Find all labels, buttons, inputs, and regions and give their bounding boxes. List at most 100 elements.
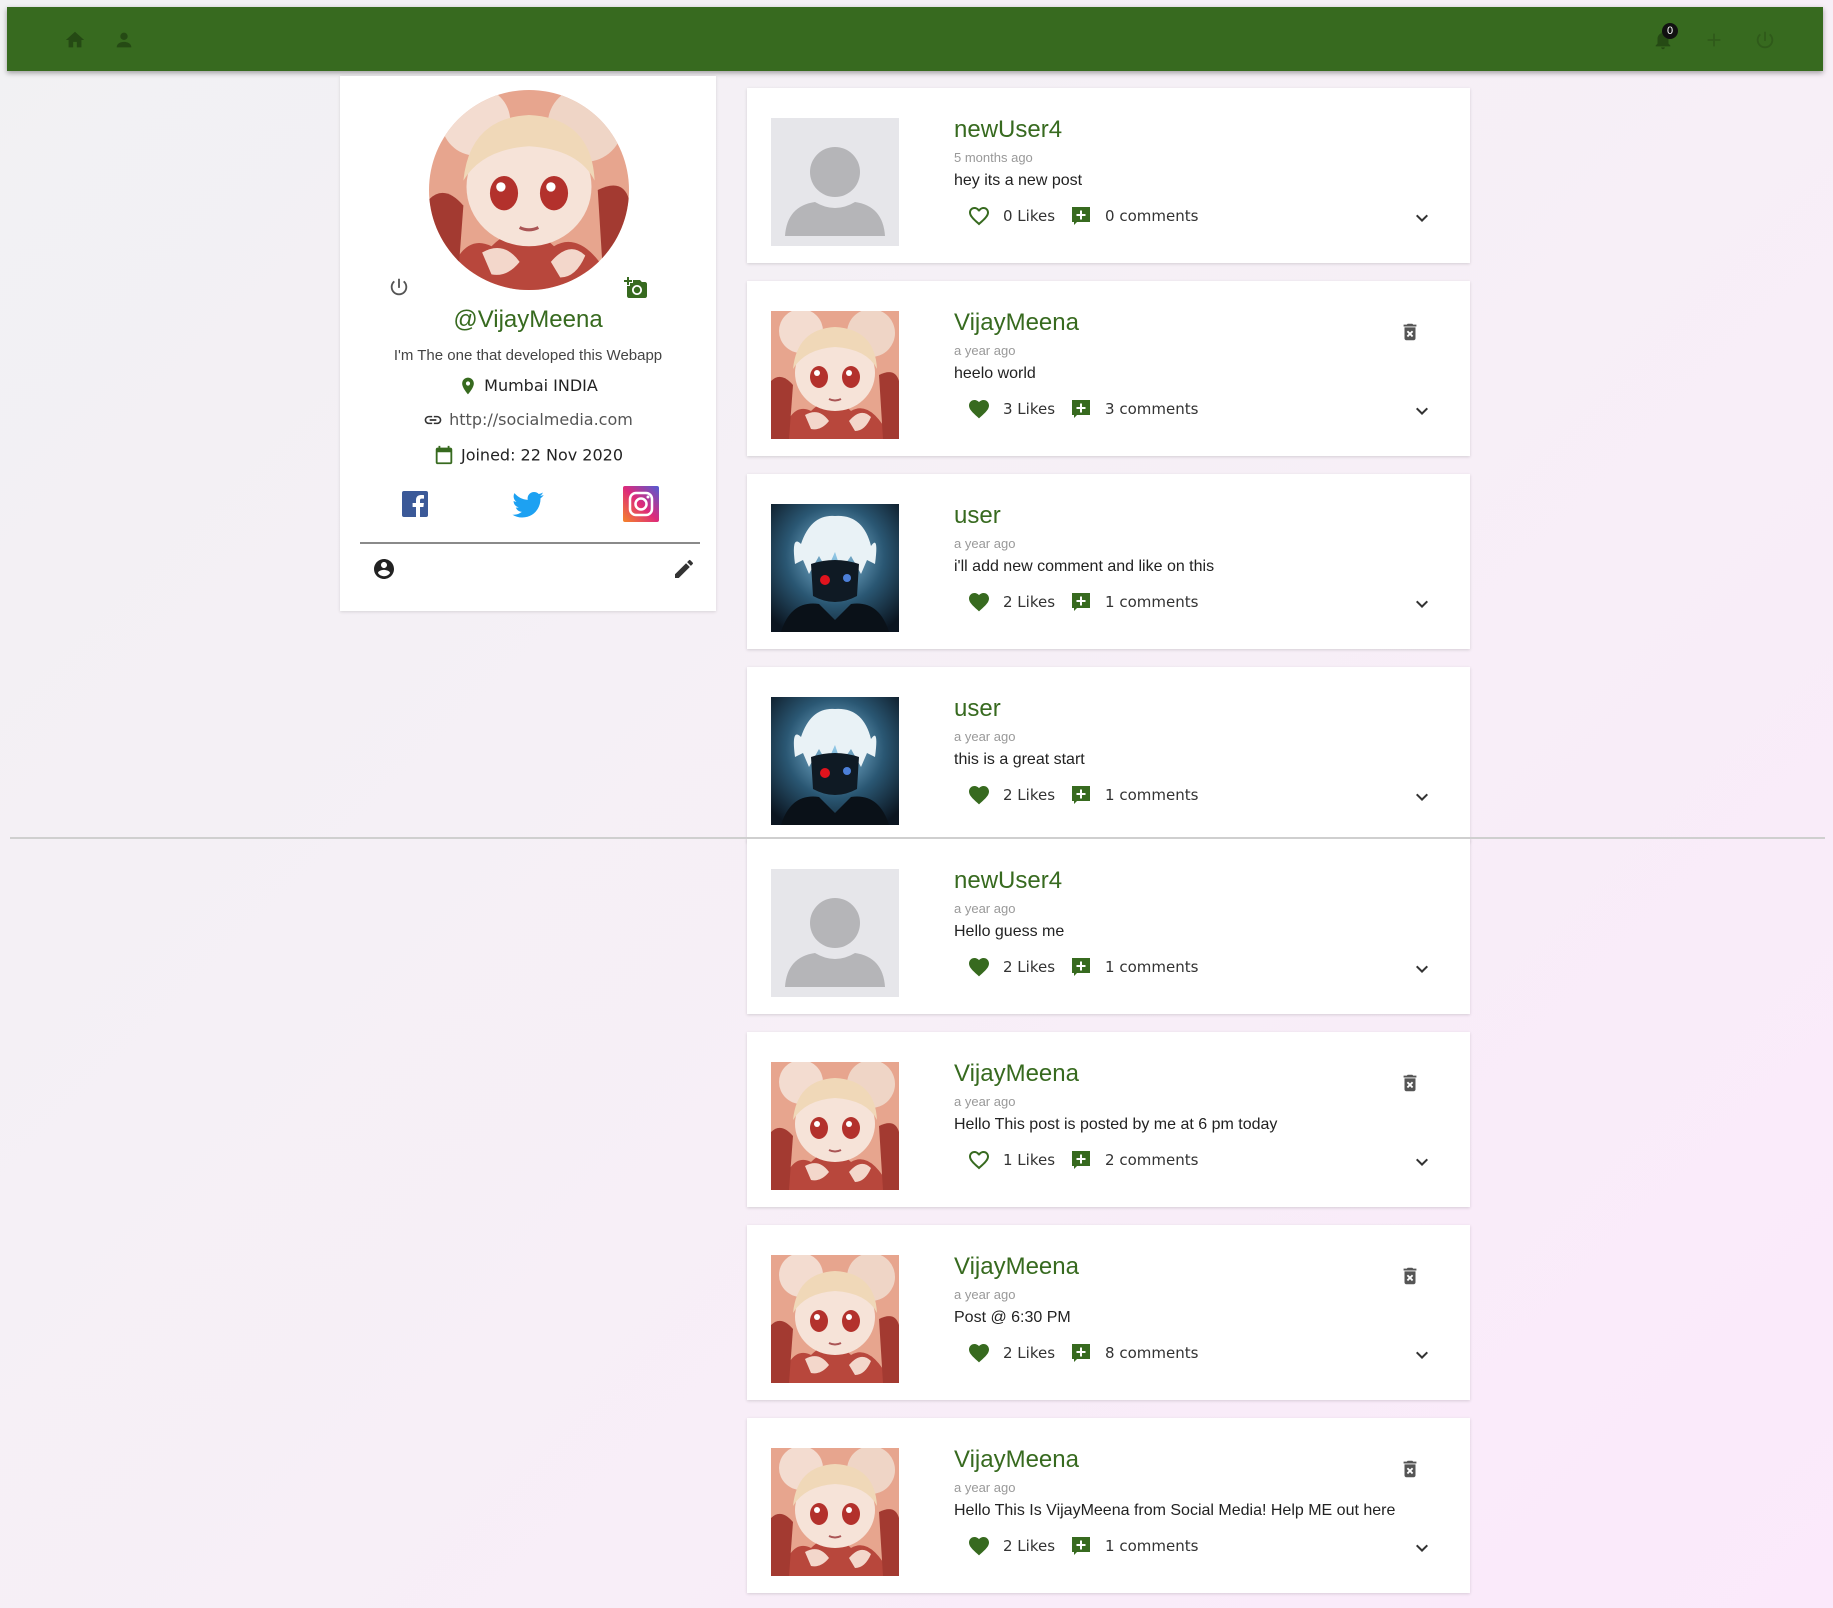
profile-location-row: Mumbai INDIA (340, 375, 716, 396)
heart-filled-icon[interactable] (967, 783, 991, 807)
post-username-link[interactable]: VijayMeena (954, 1446, 1079, 1474)
add-comment-icon[interactable] (1069, 1341, 1093, 1365)
post-username-link[interactable]: user (954, 695, 1001, 723)
chevron-down-icon[interactable] (1410, 1536, 1434, 1560)
post-actions: 2 Likes 1 comments (967, 589, 1212, 615)
plus-icon[interactable] (1703, 29, 1725, 51)
post-card: VijayMeena a year ago heelo world 3 Likes 3 … (747, 281, 1470, 456)
delete-icon[interactable] (1399, 1072, 1421, 1094)
facebook-icon[interactable] (397, 486, 433, 522)
chevron-down-icon[interactable] (1410, 1150, 1434, 1174)
chevron-down-icon[interactable] (1410, 785, 1434, 809)
person-icon[interactable] (113, 29, 135, 51)
add-comment-icon[interactable] (1069, 955, 1093, 979)
post-username-link[interactable]: VijayMeena (954, 1253, 1079, 1281)
notification-count-badge: 0 (1662, 23, 1678, 39)
delete-icon[interactable] (1399, 321, 1421, 343)
post-body: heelo world (954, 365, 1036, 382)
post-timestamp: a year ago (954, 901, 1016, 916)
twitter-icon[interactable] (510, 486, 546, 522)
bell-icon[interactable]: 0 (1652, 23, 1678, 51)
like-count: 0 Likes (1003, 207, 1056, 225)
post-timestamp: a year ago (954, 1094, 1016, 1109)
power-icon[interactable] (1754, 29, 1776, 51)
add-comment-icon[interactable] (1069, 783, 1093, 807)
top-navbar: 0 (7, 7, 1823, 71)
comment-count: 3 comments (1105, 400, 1199, 418)
calendar-icon (433, 444, 455, 466)
post-avatar (771, 1255, 899, 1383)
add-comment-icon[interactable] (1069, 204, 1093, 228)
post-username-link[interactable]: user (954, 502, 1001, 530)
post-avatar (771, 1448, 899, 1576)
heart-filled-icon[interactable] (967, 1341, 991, 1365)
post-card: VijayMeena a year ago Hello This Is VijayM… (747, 1418, 1470, 1593)
like-count: 2 Likes (1003, 593, 1056, 611)
chevron-down-icon[interactable] (1410, 957, 1434, 981)
post-body: Hello This Is VijayMeena from Social Med… (954, 1502, 1396, 1519)
profile-location: Mumbai INDIA (484, 376, 598, 395)
post-card: user a year ago i'll add new comment and l… (747, 474, 1470, 649)
home-icon[interactable] (64, 29, 86, 51)
post-actions: 0 Likes 0 comments (967, 203, 1212, 229)
post-avatar (771, 869, 899, 997)
comment-count: 1 comments (1105, 593, 1199, 611)
chevron-down-icon[interactable] (1410, 1343, 1434, 1367)
delete-icon[interactable] (1399, 1458, 1421, 1480)
post-username-link[interactable]: VijayMeena (954, 1060, 1079, 1088)
post-timestamp: a year ago (954, 343, 1016, 358)
comment-count: 8 comments (1105, 1344, 1199, 1362)
like-count: 2 Likes (1003, 786, 1056, 804)
heart-outline-icon[interactable] (967, 204, 991, 228)
power-icon[interactable] (388, 276, 410, 298)
post-timestamp: a year ago (954, 729, 1016, 744)
post-body: Post @ 6:30 PM (954, 1309, 1071, 1326)
like-count: 2 Likes (1003, 1344, 1056, 1362)
post-avatar (771, 118, 899, 246)
heart-filled-icon[interactable] (967, 397, 991, 421)
comment-count: 2 comments (1105, 1151, 1199, 1169)
post-body: Hello This post is posted by me at 6 pm … (954, 1116, 1278, 1133)
post-timestamp: a year ago (954, 1480, 1016, 1495)
post-username-link[interactable]: newUser4 (954, 116, 1062, 144)
post-timestamp: a year ago (954, 1287, 1016, 1302)
location-icon (458, 376, 478, 396)
add-comment-icon[interactable] (1069, 397, 1093, 421)
delete-icon[interactable] (1399, 1265, 1421, 1287)
profile-website-link[interactable]: http://socialmedia.com (449, 410, 633, 429)
comment-count: 1 comments (1105, 958, 1199, 976)
edit-icon[interactable] (672, 557, 696, 581)
heart-outline-icon[interactable] (967, 1148, 991, 1172)
heart-filled-icon[interactable] (967, 590, 991, 614)
add-photo-icon[interactable] (624, 276, 648, 300)
account-circle-icon[interactable] (372, 557, 396, 581)
chevron-down-icon[interactable] (1410, 206, 1434, 230)
add-comment-icon[interactable] (1069, 1534, 1093, 1558)
post-timestamp: a year ago (954, 536, 1016, 551)
like-count: 1 Likes (1003, 1151, 1056, 1169)
post-body: this is a great start (954, 751, 1085, 768)
heart-filled-icon[interactable] (967, 955, 991, 979)
add-comment-icon[interactable] (1069, 1148, 1093, 1172)
profile-handle-link[interactable]: @VijayMeena (340, 306, 716, 334)
post-username-link[interactable]: newUser4 (954, 867, 1062, 895)
post-actions: 2 Likes 1 comments (967, 954, 1212, 980)
instagram-icon[interactable] (623, 486, 659, 522)
post-actions: 2 Likes 1 comments (967, 1533, 1212, 1559)
profile-joined-row: Joined: 22 Nov 2020 (340, 444, 716, 466)
add-comment-icon[interactable] (1069, 590, 1093, 614)
profile-joined-date: Joined: 22 Nov 2020 (460, 445, 624, 465)
post-actions: 3 Likes 3 comments (967, 396, 1212, 422)
post-card: newUser4 a year ago Hello guess me 2 Likes 1… (747, 839, 1470, 1014)
post-body: i'll add new comment and like on this (954, 558, 1215, 575)
post-card: user a year ago this is a great start 2 Lik… (747, 667, 1470, 842)
post-username-link[interactable]: VijayMeena (954, 309, 1079, 337)
post-card: VijayMeena a year ago Hello This post is p… (747, 1032, 1470, 1207)
comment-count: 1 comments (1105, 1537, 1199, 1555)
like-count: 2 Likes (1003, 958, 1056, 976)
chevron-down-icon[interactable] (1410, 592, 1434, 616)
post-body: Hello guess me (954, 923, 1065, 940)
heart-filled-icon[interactable] (967, 1534, 991, 1558)
post-body: hey its a new post (954, 172, 1083, 189)
chevron-down-icon[interactable] (1410, 399, 1434, 423)
